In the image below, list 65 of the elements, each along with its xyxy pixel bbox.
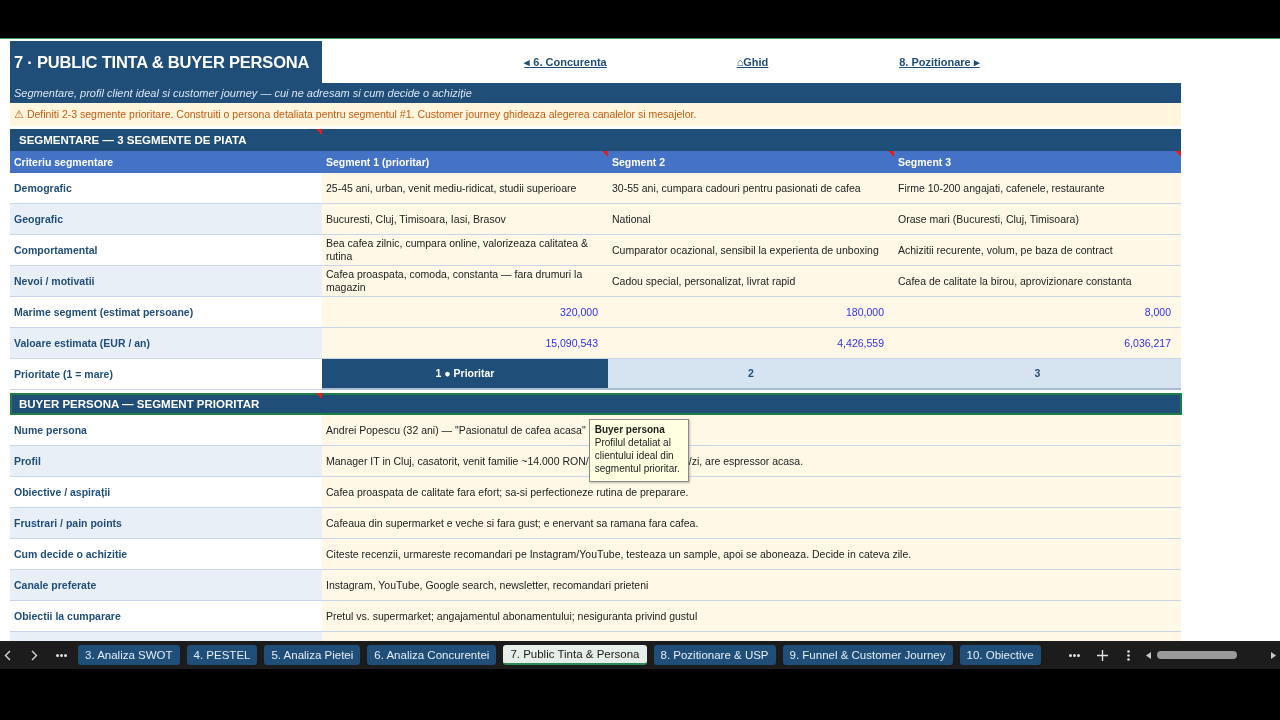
more-icon[interactable] xyxy=(56,653,67,657)
table-cell: 30-55 ani, cumpara cadouri pentru pasionati de cafea xyxy=(608,173,894,204)
sheet-tab[interactable]: 3. Analiza SWOT xyxy=(78,645,180,665)
triangle-right-icon[interactable] xyxy=(1271,651,1276,659)
sheet-tab[interactable]: 10. Obiective xyxy=(959,645,1041,665)
table-cell: 6,036,217 xyxy=(894,328,1181,359)
nav-link[interactable]: ⌂Ghid xyxy=(736,56,769,68)
priority-cell: 1 ● Prioritar xyxy=(322,359,608,390)
table-cell: 320,000 xyxy=(322,297,608,328)
table-cell: 15,090,543 xyxy=(322,328,608,359)
table-cell: Cadou special, personalizat, livrat rapid xyxy=(608,266,894,297)
sheet-title: 7 · PUBLIC TINTA & BUYER PERSONA xyxy=(10,41,322,83)
triangle-left-icon[interactable] xyxy=(1146,651,1151,659)
subtitle-banner: Segmentare, profil client ideal si customer journey — cui ne adresam si cum decide o achiziție xyxy=(10,83,1181,103)
table-cell: Achizitii recurente, volum, pe baza de contract xyxy=(894,235,1181,266)
table-cell: Cafea proaspata, comoda, constanta — fara drumuri la magazin xyxy=(322,266,608,297)
column-header: Segment 3 xyxy=(898,156,952,168)
table-cell: Bucuresti, Cluj, Timisoara, Iasi, Brasov xyxy=(322,204,608,235)
table-cell: Firme 10-200 angajati, cafenele, restaurante xyxy=(894,173,1181,204)
nav-link[interactable]: 8. Pozitionare ▸ xyxy=(899,55,980,69)
row-label: Profil xyxy=(10,446,322,477)
table-cell: Instagram, YouTube, Google search, newsletter, recomandari prieteni xyxy=(322,570,1181,601)
cell-text: Manager IT in Cluj, casatorit, venit familie ~14.000 RON/ xyxy=(326,454,589,468)
row-label: Geografic xyxy=(10,204,322,235)
column-header: Segment 2 xyxy=(612,156,666,168)
column-header: Criteriu segmentare xyxy=(14,156,114,168)
tooltip-text: Profilul detaliat al clientului ideal din segmentul prioritar. xyxy=(594,436,681,475)
row-label: Nevoi / motivatii xyxy=(10,266,322,297)
chevron-right-icon[interactable] xyxy=(31,649,38,661)
more-icon[interactable] xyxy=(1069,653,1080,657)
nav-link[interactable]: ◂ 6. Concurenta xyxy=(524,55,607,69)
add-icon[interactable] xyxy=(1097,649,1108,661)
section-title: SEGMENTARE — 3 SEGMENTE DE PIATA xyxy=(19,134,247,146)
table-cell: National xyxy=(608,204,894,235)
sheet-tab[interactable]: 8. Pozitionare & USP xyxy=(653,645,776,665)
cell-text: /zi, are espressor acasa. xyxy=(688,454,804,468)
table-cell: 4,426,559 xyxy=(608,328,894,359)
table-cell: 8,000 xyxy=(894,297,1181,328)
table-cell: Citeste recenzii, urmareste recomandari pe Instagram/YouTube, testeaza un sample, apoi se aboneaza. Decide in cateva zile. xyxy=(322,539,1181,570)
table-cell: Cafea proaspata de calitate fara efort; sa-si perfectioneze rutina de preparare. xyxy=(322,477,1181,508)
table-cell: Orase mari (Bucuresti, Cluj, Timisoara) xyxy=(894,204,1181,235)
table-cell: 180,000 xyxy=(608,297,894,328)
section-title: BUYER PERSONA — SEGMENT PRIORITAR xyxy=(19,398,260,410)
sheet-tab[interactable]: 9. Funnel & Customer Journey xyxy=(782,645,953,665)
scrollbar-thumb[interactable] xyxy=(1157,651,1237,659)
tooltip-title: Buyer persona xyxy=(594,423,666,436)
table-cell: Cafea de calitate la birou, aprovizionare constanta xyxy=(894,266,1181,297)
table-cell: Pretul vs. supermarket; angajamentul abonamentului; nesiguranta privind gustul xyxy=(322,601,1181,632)
row-label: Valoare estimata (EUR / an) xyxy=(10,328,322,359)
sheet-tab[interactable]: 6. Analiza Concurentei xyxy=(367,645,497,665)
sheet-tab[interactable]: 5. Analiza Pietei xyxy=(264,645,361,665)
column-header: Segment 1 (prioritar) xyxy=(326,156,430,168)
row-label: Frustrari / pain points xyxy=(10,508,322,539)
table-cell: Cumparator ocazional, sensibil la experienta de unboxing xyxy=(608,235,894,266)
priority-cell: 2 xyxy=(608,359,894,390)
table-cell: 25-45 ani, urban, venit mediu-ridicat, studii superioare xyxy=(322,173,608,204)
chevron-left-icon[interactable] xyxy=(4,649,11,661)
notice-banner: ⚠ Definiti 2-3 segmente prioritare. Construiti o persona detaliata pentru segmentul #1. Customer journey ghideaza alegerea canalelor si mesajelor. xyxy=(10,103,1181,126)
table-cell: Bea cafea zilnic, cumpara online, valorizeaza calitatea & rutina xyxy=(322,235,608,266)
sheet-tab[interactable]: 4. PESTEL xyxy=(186,645,258,665)
sheet-tab[interactable]: 7. Public Tinta & Persona xyxy=(503,645,647,665)
more-vertical-icon[interactable] xyxy=(1127,649,1130,661)
row-label: Canale preferate xyxy=(10,570,322,601)
table-cell: Cafeaua din supermarket e veche si fara gust; e enervant sa ramana fara cafea. xyxy=(322,508,1181,539)
priority-cell: 3 xyxy=(894,359,1181,390)
